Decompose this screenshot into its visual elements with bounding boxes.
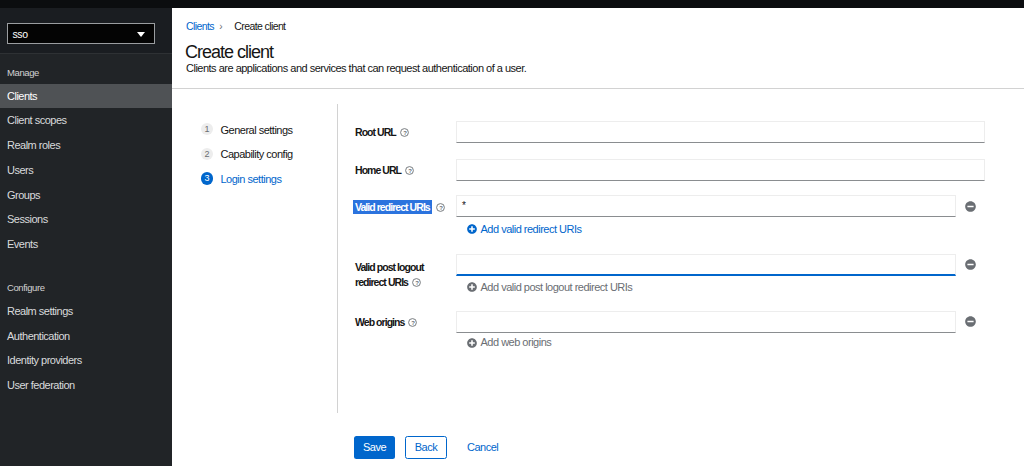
svg-text:?: ? [415,279,419,285]
svg-text:?: ? [439,204,443,210]
svg-text:?: ? [412,319,416,325]
svg-text:?: ? [403,129,407,135]
svg-text:?: ? [408,167,412,173]
